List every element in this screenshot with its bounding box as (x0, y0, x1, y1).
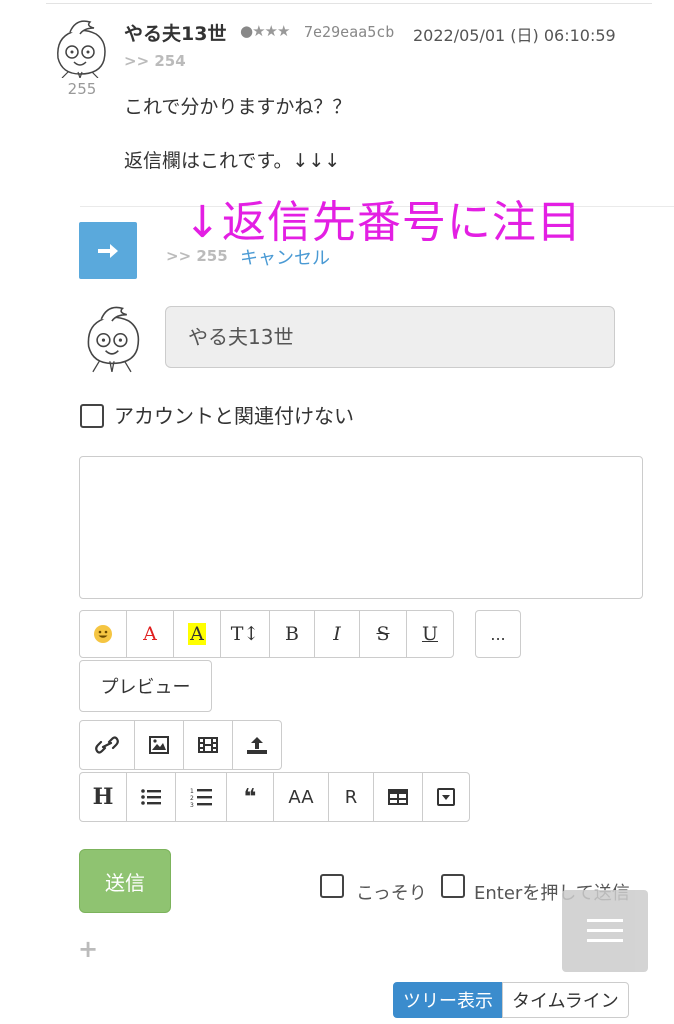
bold-button[interactable]: B (269, 610, 315, 658)
form-avatar (80, 302, 146, 374)
bold-icon: B (285, 623, 299, 645)
annotation-text: ↓返信先番号に注目 (184, 197, 582, 248)
aa-button[interactable]: AA (273, 772, 329, 822)
r-button[interactable]: R (328, 772, 374, 822)
reply-arrow-button[interactable] (79, 222, 137, 279)
tab-tree-view[interactable]: ツリー表示 (393, 982, 503, 1018)
no-link-account-checkbox[interactable] (80, 404, 104, 428)
media-toolbar (79, 720, 282, 770)
post-body-line: 返信欄はこれです。↓↓↓ (124, 150, 341, 172)
yaruo-avatar-image (57, 20, 106, 78)
italic-button[interactable]: I (314, 610, 360, 658)
table-icon (388, 789, 408, 805)
user-id: 7e29eaa5cb (304, 23, 395, 41)
italic-icon: I (333, 623, 341, 645)
view-mode-tabs: ツリー表示 タイムライン (393, 982, 629, 1018)
post-username[interactable]: やる夫13世 (124, 19, 226, 46)
cancel-reply-link[interactable]: キャンセル (240, 244, 330, 270)
underline-icon: U (421, 623, 438, 645)
strikethrough-icon: S (376, 623, 390, 645)
text-color-icon: A (143, 623, 157, 645)
arrow-right-icon (98, 243, 118, 258)
aa-icon: AA (288, 786, 314, 808)
preview-button[interactable]: プレビュー (79, 660, 212, 712)
numbered-list-icon: 1 2 3 (190, 788, 212, 807)
kossori-checkbox[interactable] (320, 874, 344, 898)
post-avatar[interactable] (50, 16, 112, 78)
comment-textarea[interactable] (79, 456, 643, 599)
upload-button[interactable] (232, 720, 282, 770)
link-icon (95, 736, 119, 754)
preview-toolbar: プレビュー (79, 660, 212, 712)
user-icon: ● (240, 22, 253, 40)
quote-button[interactable]: ❝ (226, 772, 274, 822)
bullet-list-button[interactable] (126, 772, 176, 822)
link-button[interactable] (79, 720, 135, 770)
underline-button[interactable]: U (406, 610, 454, 658)
collapse-icon (437, 788, 455, 806)
heading-icon: H (92, 784, 114, 810)
heading-button[interactable]: H (79, 772, 127, 822)
quote-icon: ❝ (243, 784, 257, 810)
more-toolbar: ... (475, 610, 521, 658)
rank-stars: ★★★ (252, 22, 290, 40)
no-link-account-label[interactable]: アカウントと関連付けない (114, 400, 354, 429)
image-icon (149, 736, 169, 754)
numbered-list-button[interactable]: 1 2 3 (175, 772, 227, 822)
reply-target[interactable]: >> 255 (166, 247, 228, 265)
highlight-icon: A (188, 623, 206, 645)
post-datetime: 2022/05/01 (日) 06:10:59 (413, 26, 616, 45)
format-toolbar: A A T↕ B I S U (79, 610, 454, 658)
emoji-icon (94, 625, 112, 643)
font-size-icon: T↕ (230, 623, 260, 645)
video-icon (198, 737, 218, 753)
more-button[interactable]: ... (475, 610, 521, 658)
r-icon: R (344, 786, 358, 808)
menu-bar (587, 929, 623, 932)
post-body-line: これで分かりますかね？？ (124, 96, 352, 118)
highlight-button[interactable]: A (173, 610, 221, 658)
svg-text:3: 3 (190, 802, 194, 807)
strikethrough-button[interactable]: S (359, 610, 407, 658)
send-button[interactable]: 送信 (79, 849, 171, 913)
hamburger-menu-button[interactable] (562, 890, 648, 972)
svg-text:1: 1 (190, 788, 194, 795)
tab-timeline[interactable]: タイムライン (502, 982, 629, 1018)
kossori-label[interactable]: こっそり (356, 879, 427, 905)
collapse-button[interactable] (422, 772, 470, 822)
image-button[interactable] (134, 720, 184, 770)
upload-icon (247, 737, 267, 754)
top-divider (46, 3, 652, 4)
yaruo-avatar-image (87, 306, 140, 373)
video-button[interactable] (183, 720, 233, 770)
menu-bar (587, 919, 623, 922)
svg-text:2: 2 (190, 795, 194, 802)
reply-to-link[interactable]: >> 254 (124, 52, 186, 70)
emoji-button[interactable] (79, 610, 127, 658)
bullet-list-icon (141, 789, 161, 805)
post-number: 255 (67, 80, 97, 98)
name-input[interactable]: やる夫13世 (165, 306, 615, 368)
block-toolbar: H 1 2 3 ❝ AA R (79, 772, 470, 822)
table-button[interactable] (373, 772, 423, 822)
expand-plus-button[interactable]: + (78, 935, 98, 963)
user-rank: ●★★★ (240, 22, 290, 40)
text-color-button[interactable]: A (126, 610, 174, 658)
enter-send-checkbox[interactable] (441, 874, 465, 898)
font-size-button[interactable]: T↕ (220, 610, 270, 658)
menu-bar (587, 939, 623, 942)
